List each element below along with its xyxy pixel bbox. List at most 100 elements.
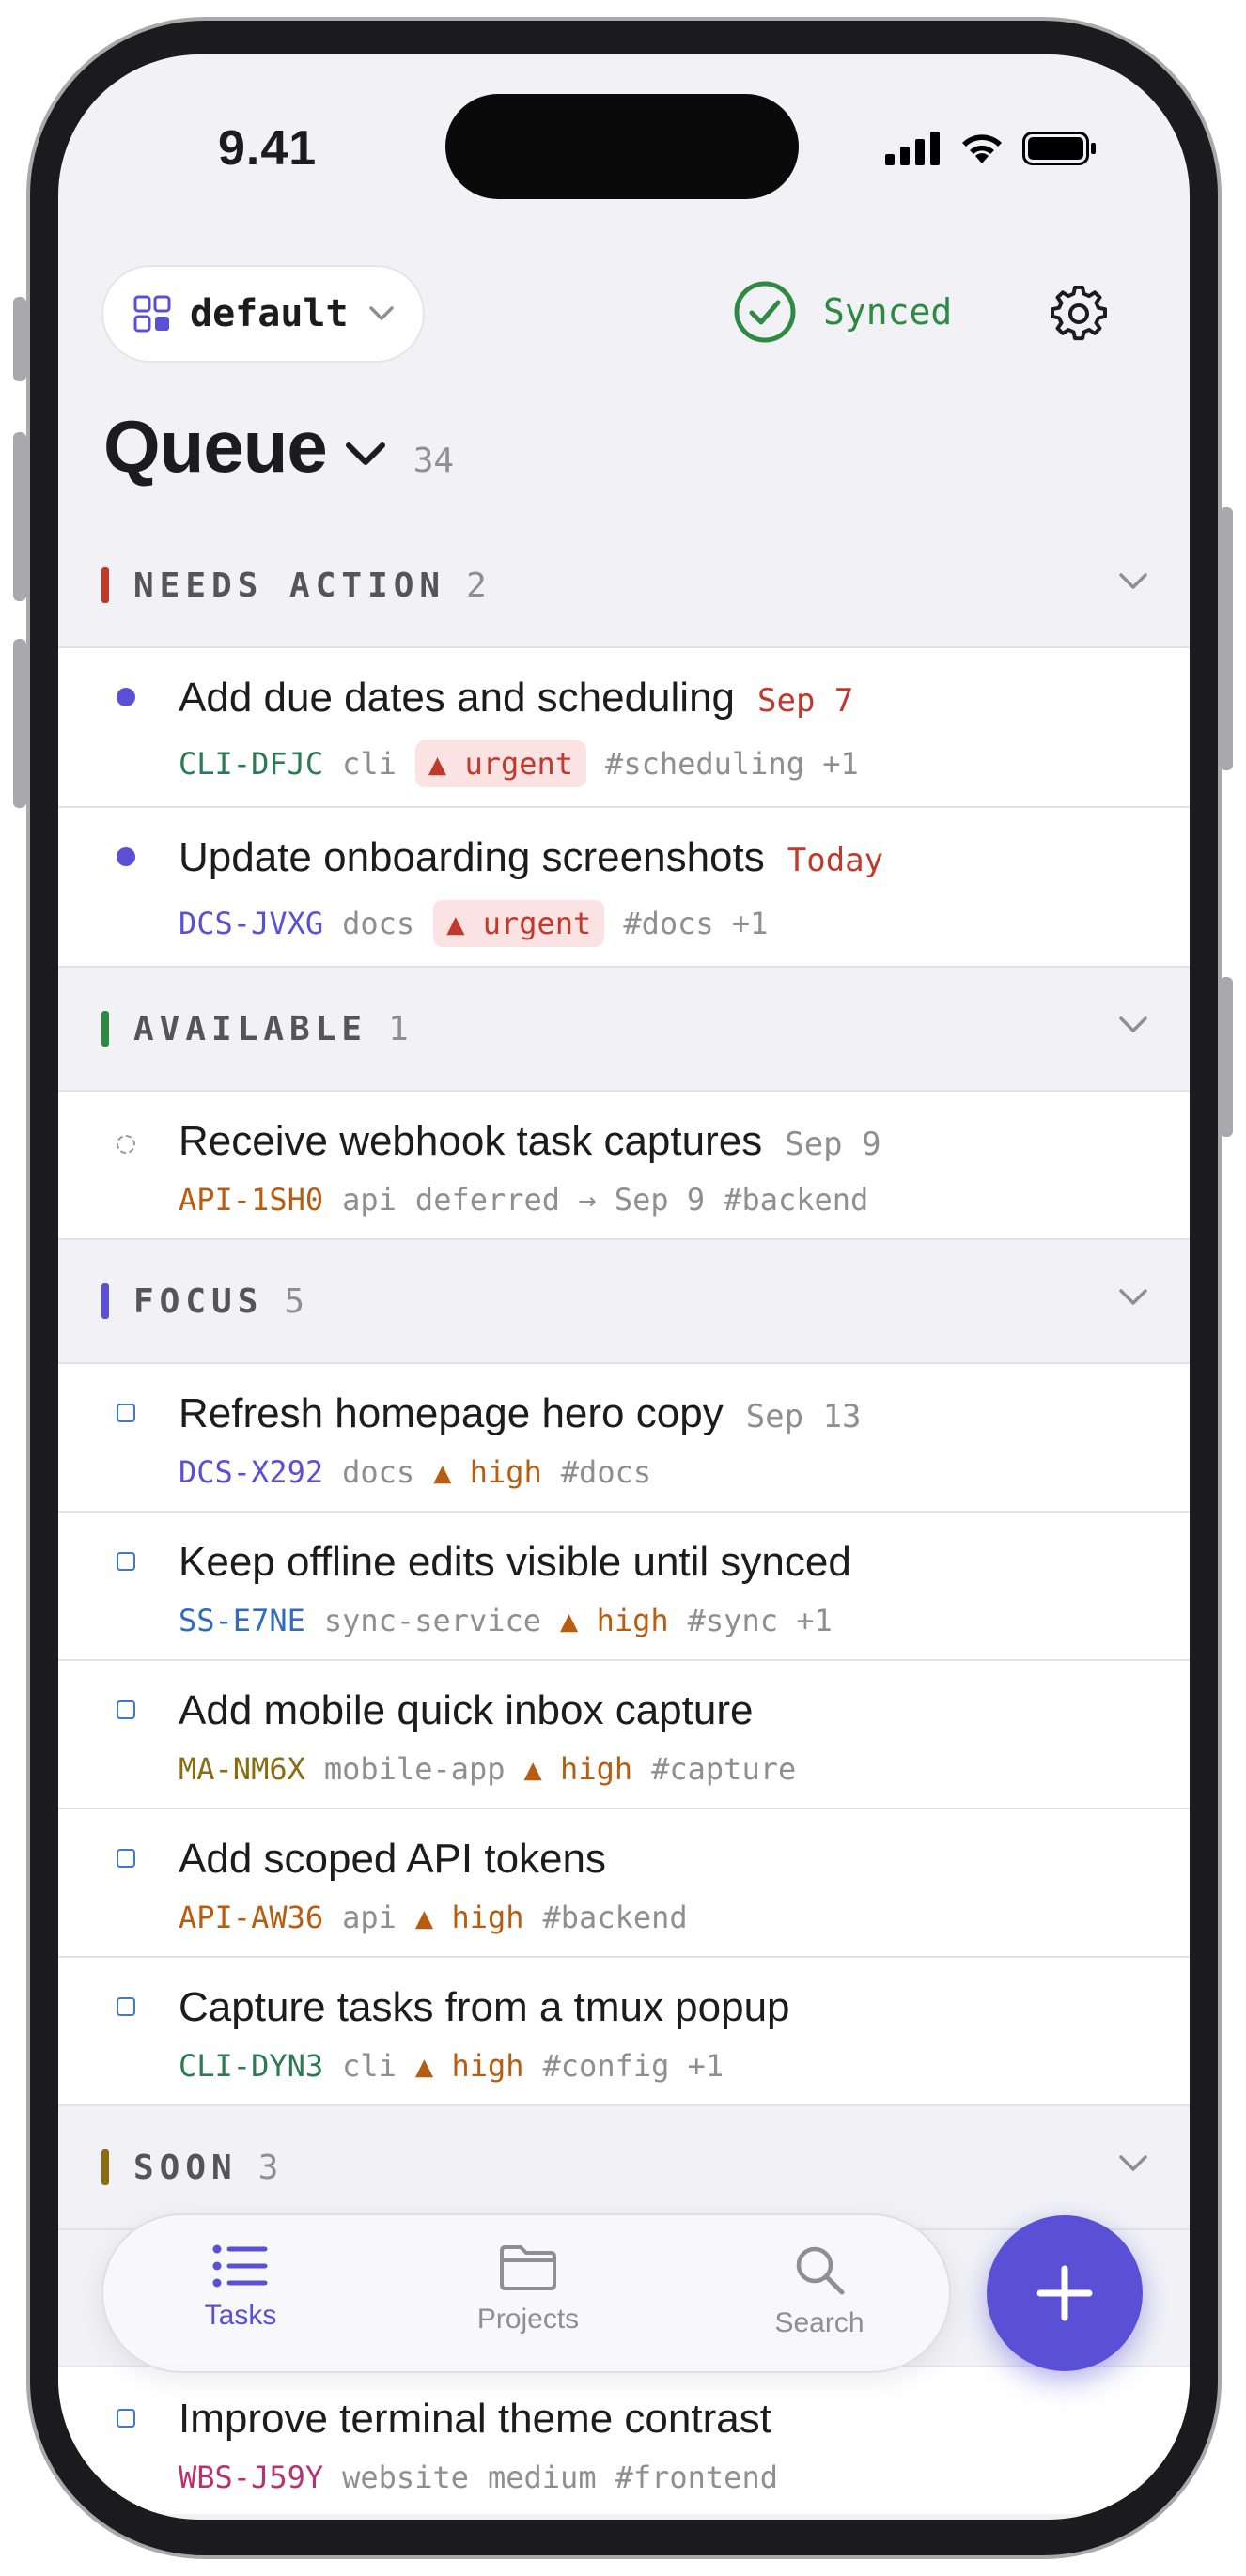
task-title-text: Keep offline edits visible until synced — [179, 1539, 851, 1585]
task-row[interactable]: Add scoped API tokens API-AW36 api ▲ hig… — [58, 1809, 1190, 1958]
task-row[interactable]: Add due dates and scheduling Sep 7 CLI-D… — [58, 648, 1190, 808]
task-project: mobile-app — [323, 1751, 506, 1787]
task-title-text: Add mobile quick inbox capture — [179, 1687, 754, 1733]
chevron-down-icon — [368, 306, 394, 320]
task-due-date: Sep 7 — [757, 682, 854, 720]
task-meta: API-1SH0 api deferred → Sep 9 #backend — [179, 1182, 868, 1218]
section-soon[interactable]: SOON 3 — [58, 2106, 1190, 2230]
task-meta: DCS-JVXG docs ▲ urgent #docs +1 — [179, 900, 768, 947]
section-title: FOCUS — [133, 1281, 264, 1321]
task-row[interactable]: Add mobile quick inbox capture MA-NM6X m… — [58, 1661, 1190, 1809]
section-title: NEEDS ACTION — [133, 566, 446, 605]
section-count: 5 — [284, 1281, 305, 1321]
priority-badge: ▲ urgent — [414, 740, 587, 787]
task-meta: DCS-X292 docs ▲ high #docs — [179, 1454, 651, 1490]
task-row[interactable]: Improve terminal theme contrast WBS-J59Y… — [58, 2366, 1190, 2514]
section-focus[interactable]: FOCUS 5 — [58, 1240, 1190, 1364]
action-button — [13, 297, 26, 381]
sync-status[interactable]: Synced — [733, 280, 952, 344]
task-title: Refresh homepage hero copy Sep 13 — [179, 1390, 862, 1437]
priority-badge: ▲ urgent — [433, 900, 605, 947]
volume-up-button — [13, 432, 26, 601]
task-date: Sep 9 — [785, 1125, 881, 1163]
checkbox-icon[interactable] — [117, 2409, 135, 2428]
tab-tasks[interactable]: Tasks — [147, 2243, 335, 2332]
task-date: Sep 13 — [745, 1398, 862, 1435]
task-title-text: Receive webhook task captures — [179, 1118, 763, 1164]
task-title-text: Refresh homepage hero copy — [179, 1390, 724, 1436]
task-project: docs — [342, 1454, 415, 1490]
task-meta: API-AW36 api ▲ high #backend — [179, 1900, 688, 1935]
task-title: Keep offline edits visible until synced — [179, 1539, 851, 1586]
task-row[interactable]: Refresh homepage hero copy Sep 13 DCS-X2… — [58, 1364, 1190, 1513]
sync-label: Synced — [823, 291, 953, 333]
task-title: Improve terminal theme contrast — [179, 2396, 771, 2443]
checkbox-icon[interactable] — [117, 1849, 135, 1868]
section-available[interactable]: AVAILABLE 1 — [58, 968, 1190, 1092]
folder-icon — [500, 2245, 556, 2290]
task-tags: #capture — [651, 1751, 797, 1787]
wifi-icon — [962, 134, 1002, 163]
page-title[interactable]: Queue 34 — [103, 404, 454, 489]
status-dot-icon — [117, 847, 135, 866]
add-task-button[interactable] — [987, 2215, 1143, 2371]
camera-control-button — [1220, 977, 1233, 1137]
search-icon — [796, 2246, 845, 2295]
section-color-bar — [101, 567, 109, 603]
task-tags: #backend — [542, 1900, 688, 1935]
task-title: Add mobile quick inbox capture — [179, 1687, 753, 1734]
task-id: CLI-DYN3 — [179, 2048, 324, 2084]
task-list: NEEDS ACTION 2 Add due dates and schedul… — [58, 524, 1190, 2230]
volume-down-button — [13, 639, 26, 808]
section-count: 1 — [388, 1009, 409, 1048]
workspace-selector[interactable]: default — [101, 265, 425, 363]
task-title: Capture tasks from a tmux popup — [179, 1984, 790, 2031]
task-tags: #config +1 — [542, 2048, 724, 2084]
page-title-text: Queue — [103, 405, 328, 488]
task-title-text: Update onboarding screenshots — [179, 834, 765, 880]
task-project: cli — [342, 2048, 397, 2084]
check-circle-icon — [734, 281, 796, 343]
checkbox-icon[interactable] — [117, 1552, 135, 1571]
task-title-text: Add scoped API tokens — [179, 1836, 606, 1882]
section-color-bar — [101, 1283, 109, 1319]
task-count: 34 — [413, 442, 455, 480]
tab-label: Tasks — [204, 2300, 277, 2331]
tab-search[interactable]: Search — [725, 2243, 913, 2339]
task-tags: #frontend — [615, 2460, 778, 2495]
status-icons — [885, 132, 1098, 165]
checkbox-icon[interactable] — [117, 1404, 135, 1422]
chevron-down-icon — [1119, 573, 1147, 589]
task-project: api — [342, 1182, 397, 1218]
task-row[interactable]: Update onboarding screenshots Today DCS-… — [58, 808, 1190, 968]
task-title-text: Improve terminal theme contrast — [179, 2396, 771, 2442]
signal-icon — [885, 132, 940, 165]
task-id: API-1SH0 — [179, 1182, 324, 1218]
tab-bar: Tasks Projects Search — [101, 2213, 951, 2373]
task-row[interactable]: Keep offline edits visible until synced … — [58, 1513, 1190, 1661]
checkbox-icon[interactable] — [117, 1700, 135, 1719]
task-due-date: Today — [787, 842, 884, 879]
task-tags: #scheduling +1 — [605, 746, 859, 782]
task-tags: #sync +1 — [687, 1603, 833, 1638]
task-id: SS-E7NE — [179, 1603, 305, 1638]
task-meta: CLI-DYN3 cli ▲ high #config +1 — [179, 2048, 724, 2084]
section-title: AVAILABLE — [133, 1009, 368, 1048]
task-meta: WBS-J59Y website medium #frontend — [179, 2460, 778, 2495]
task-row[interactable]: Receive webhook task captures Sep 9 API-… — [58, 1092, 1190, 1240]
task-row[interactable]: Capture tasks from a tmux popup CLI-DYN3… — [58, 1958, 1190, 2106]
task-title: Update onboarding screenshots Today — [179, 834, 883, 881]
task-project: website — [342, 2460, 469, 2495]
task-project: docs — [342, 906, 415, 941]
section-needs-action[interactable]: NEEDS ACTION 2 — [58, 524, 1190, 648]
task-meta: MA-NM6X mobile-app ▲ high #capture — [179, 1751, 796, 1787]
plus-icon — [1036, 2265, 1093, 2321]
tab-projects[interactable]: Projects — [434, 2243, 622, 2335]
priority-label: ▲ high — [414, 2048, 524, 2084]
task-id: CLI-DFJC — [179, 746, 324, 782]
section-count: 3 — [257, 2148, 279, 2187]
gear-icon[interactable] — [1051, 286, 1107, 342]
battery-icon — [1022, 132, 1096, 165]
checkbox-icon[interactable] — [117, 1997, 135, 2016]
task-id: WBS-J59Y — [179, 2460, 324, 2495]
